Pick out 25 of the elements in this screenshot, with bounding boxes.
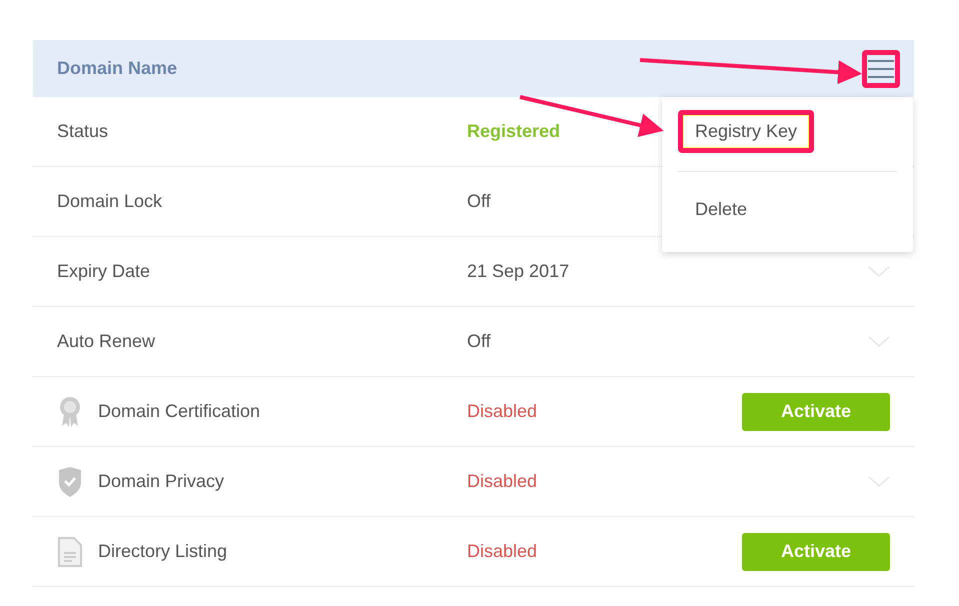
row-value: Off	[467, 331, 491, 352]
chevron-down-icon[interactable]	[868, 266, 890, 278]
row-value: Registered	[467, 121, 560, 142]
menu-item[interactable]: Registry Key	[678, 110, 814, 153]
row-label: Status	[57, 121, 108, 142]
row-label: Domain Privacy	[98, 471, 224, 492]
row-value: Disabled	[467, 541, 538, 562]
chevron-down-icon[interactable]	[868, 336, 890, 348]
chevron-down-icon[interactable]	[868, 476, 890, 488]
row-value: Off	[467, 191, 491, 212]
award-icon	[57, 396, 83, 428]
header-title: Domain Name	[57, 58, 178, 79]
row-value: 21 Sep 2017	[467, 261, 570, 282]
row-value: Disabled	[467, 401, 538, 422]
shield-check-icon	[57, 466, 83, 498]
row-label: Domain Certification	[98, 401, 260, 422]
row-value: Disabled	[467, 471, 538, 492]
row-label: Directory Listing	[98, 541, 228, 562]
row-label: Auto Renew	[57, 331, 156, 352]
menu-item[interactable]: Delete	[678, 188, 764, 231]
hamburger-icon	[868, 58, 894, 78]
row-label: Expiry Date	[57, 261, 150, 282]
row-label: Domain Lock	[57, 191, 162, 212]
menu-button[interactable]	[862, 50, 900, 88]
document-icon	[57, 536, 83, 568]
